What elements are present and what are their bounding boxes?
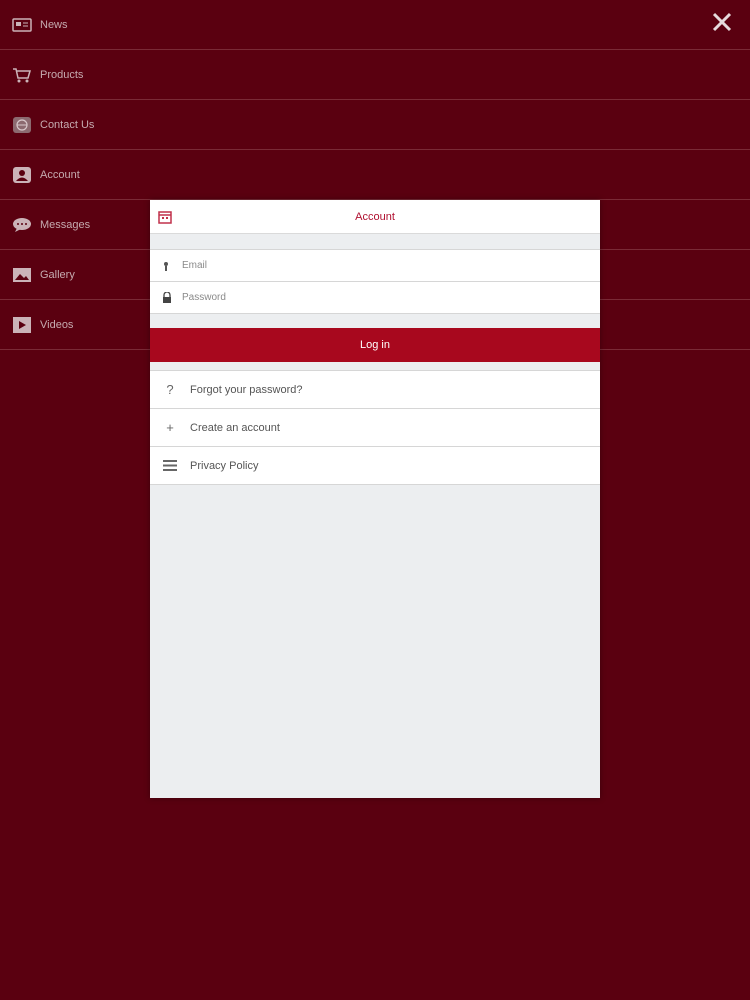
forgot-password-link[interactable]: ? Forgot your password? xyxy=(150,371,600,409)
news-icon xyxy=(12,16,32,34)
account-links: ? Forgot your password? + Create an acco… xyxy=(150,370,600,485)
link-label: Forgot your password? xyxy=(190,383,303,396)
login-button[interactable]: Log in xyxy=(150,328,600,362)
modal-title: Account xyxy=(355,210,395,223)
lock-icon xyxy=(162,292,172,304)
menu-item-label: Messages xyxy=(40,218,91,231)
create-account-link[interactable]: + Create an account xyxy=(150,409,600,447)
user-icon xyxy=(12,166,32,184)
question-icon: ? xyxy=(166,382,174,397)
close-button[interactable] xyxy=(710,10,734,34)
privacy-policy-link[interactable]: Privacy Policy xyxy=(150,447,600,485)
password-field xyxy=(150,282,600,314)
email-input[interactable] xyxy=(180,259,600,272)
globe-icon xyxy=(12,116,32,134)
link-label: Create an account xyxy=(190,421,280,434)
menu-item-label: Account xyxy=(40,168,80,181)
calendar-icon xyxy=(158,210,172,229)
account-modal: Account Log in ? Forgot your password? +… xyxy=(150,200,600,798)
email-field xyxy=(150,250,600,282)
menu-item-account[interactable]: Account xyxy=(0,150,750,200)
menu-item-label: News xyxy=(40,18,68,31)
menu-item-products[interactable]: Products xyxy=(0,50,750,100)
close-icon xyxy=(712,12,732,32)
chat-icon xyxy=(12,216,32,234)
menu-item-label: Products xyxy=(40,68,84,81)
user-icon xyxy=(162,260,172,272)
list-icon xyxy=(162,459,178,473)
menu-item-news[interactable]: News xyxy=(0,0,750,50)
link-label: Privacy Policy xyxy=(190,459,259,472)
play-icon xyxy=(12,316,32,334)
menu-item-label: Videos xyxy=(40,318,74,331)
password-input[interactable] xyxy=(180,291,600,304)
plus-icon: + xyxy=(166,420,174,435)
login-form xyxy=(150,249,600,314)
modal-header: Account xyxy=(150,200,600,234)
menu-item-label: Gallery xyxy=(40,268,75,281)
image-icon xyxy=(12,266,32,284)
menu-item-contact-us[interactable]: Contact Us xyxy=(0,100,750,150)
menu-item-label: Contact Us xyxy=(40,118,95,131)
cart-icon xyxy=(12,66,32,84)
